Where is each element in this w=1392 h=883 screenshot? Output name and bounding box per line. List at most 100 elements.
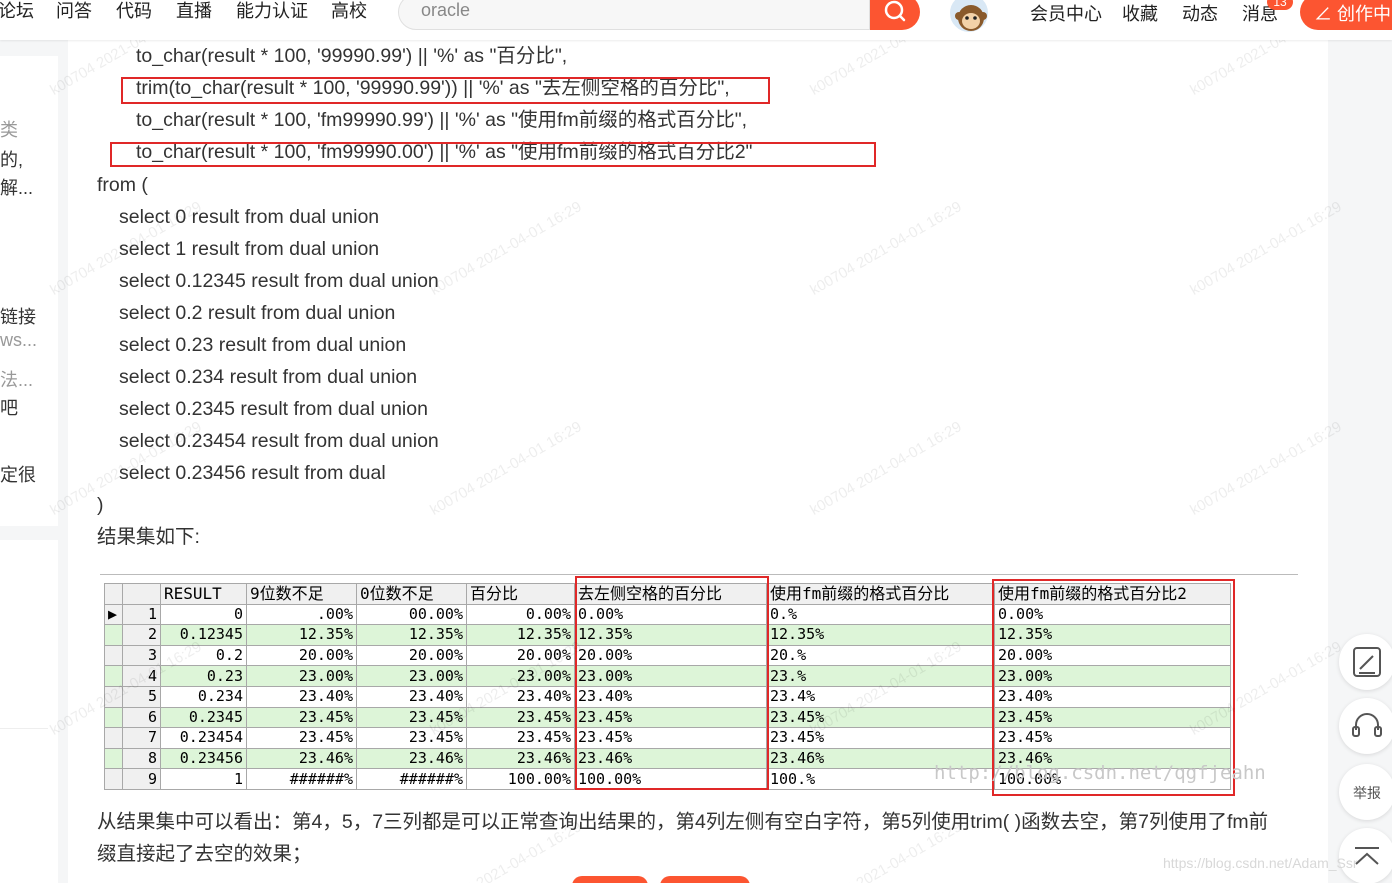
sidebar-text[interactable]: 类 (0, 116, 18, 142)
code-line: to_char(result * 100, '99990.99') || '%'… (136, 45, 568, 67)
nav-item-university[interactable]: 高校 (331, 0, 367, 22)
column-header: 9位数不足 (246, 583, 357, 605)
code-line: select 0.2 result from dual union (119, 302, 396, 324)
table-cell: 23.4% (766, 685, 995, 708)
sidebar-text[interactable]: 链接 (0, 303, 36, 329)
search-input-value: oracle (421, 0, 471, 20)
code-line: select 0.234 result from dual union (119, 366, 418, 388)
left-sidebar-card-lower (0, 540, 58, 883)
sidebar-text[interactable]: 法... (0, 366, 33, 392)
column-header: RESULT (160, 583, 247, 605)
code-line: select 0.12345 result from dual union (119, 270, 439, 292)
table-cell: 0 (160, 603, 247, 626)
table-cell: 23.45% (466, 727, 575, 749)
table-cell: 23.46% (356, 747, 467, 770)
highlight-box-fm (110, 142, 876, 167)
image-watermark-url: http://blog.csdn.net/qgfjeahn (934, 762, 1266, 784)
code-line: from ( (97, 174, 148, 196)
table-cell: 23.46% (246, 747, 357, 770)
row-indicator-cell (104, 624, 123, 646)
table-cell: 0.2345 (160, 706, 247, 729)
search-icon (884, 0, 906, 22)
table-cell: 23.40% (246, 685, 357, 708)
message-count-badge: 13 (1267, 0, 1293, 10)
nav-item-code[interactable]: 代码 (116, 0, 152, 22)
table-cell: 23.40% (466, 685, 575, 708)
row-number-cell: 8 (122, 747, 161, 770)
code-line: to_char(result * 100, 'fm99990.99') || '… (136, 109, 748, 131)
code-line: select 0.23 result from dual union (119, 334, 407, 356)
table-cell: ######% (246, 768, 357, 790)
table-cell: 23.% (766, 665, 995, 687)
search-button[interactable] (870, 0, 920, 30)
table-cell: .00% (246, 603, 357, 626)
sidebar-text[interactable]: 定很 (0, 461, 36, 487)
corner-cell (104, 583, 123, 605)
search-input[interactable]: oracle (398, 0, 870, 30)
table-cell: 23.45% (466, 706, 575, 729)
table-cell: 12.35% (766, 624, 995, 646)
sidebar-text[interactable]: ws... (0, 330, 37, 351)
table-cell: 20.00% (356, 644, 467, 667)
table-cell: 23.45% (246, 706, 357, 729)
row-number-cell: 9 (122, 768, 161, 790)
monkey-avatar-icon (955, 5, 987, 31)
nav-member-center[interactable]: 会员中心 (1030, 0, 1102, 26)
table-cell: 23.45% (356, 727, 467, 749)
table-cell: 0.23456 (160, 747, 247, 770)
table-cell: 20.% (766, 644, 995, 667)
code-line: select 0.2345 result from dual union (119, 398, 428, 420)
table-cell: 23.46% (466, 747, 575, 770)
divider (0, 728, 48, 729)
sidebar-text[interactable]: 解... (0, 174, 33, 200)
nav-item-live[interactable]: 直播 (176, 0, 212, 22)
row-number-cell: 4 (122, 665, 161, 687)
row-indicator-cell (104, 768, 123, 790)
row-number-header (122, 583, 161, 605)
avatar[interactable] (948, 0, 990, 34)
table-cell: 0.00% (466, 603, 575, 626)
row-number-cell: 1 (122, 603, 161, 626)
table-cell: 23.45% (766, 706, 995, 729)
customer-service-button[interactable] (1339, 698, 1392, 754)
table-cell: 20.00% (246, 644, 357, 667)
table-cell: 23.00% (466, 665, 575, 687)
nav-favorites[interactable]: 收藏 (1122, 0, 1158, 26)
table-cell: 20.00% (466, 644, 575, 667)
result-heading: 结果集如下: (97, 526, 200, 548)
code-line: select 0 result from dual union (119, 206, 380, 228)
row-number-cell: 3 (122, 644, 161, 667)
highlight-box-column-4 (575, 576, 769, 790)
column-header: 百分比 (466, 583, 575, 605)
row-indicator-cell (104, 747, 123, 770)
table-cell: 0.234 (160, 685, 247, 708)
bottom-action-button[interactable] (660, 876, 750, 883)
create-button[interactable]: ∠ 创作中 (1300, 0, 1392, 30)
table-cell: 12.35% (246, 624, 357, 646)
conclusion-text-2: 缀直接起了去空的效果； (97, 843, 312, 865)
sidebar-text[interactable]: 吧 (0, 394, 18, 420)
row-indicator-cell (104, 665, 123, 687)
sidebar-text[interactable]: 的, (0, 146, 23, 172)
create-button-label: 创作中 (1337, 4, 1392, 24)
write-button[interactable] (1339, 634, 1392, 690)
nav-activity[interactable]: 动态 (1182, 0, 1218, 26)
bottom-action-button[interactable] (572, 876, 648, 883)
current-row-indicator: ▶ (104, 603, 123, 626)
nav-item-forum[interactable]: 论坛 (0, 0, 34, 22)
table-cell: 0.12345 (160, 624, 247, 646)
left-sidebar-card: 类 的, 解... 链接 ws... 法... 吧 定很 (0, 56, 58, 526)
conclusion-text: 从结果集中可以看出：第4，5，7三列都是可以正常查询出结果的，第4列左侧有空白字… (97, 811, 1269, 833)
table-cell: 23.45% (246, 727, 357, 749)
nav-item-certification[interactable]: 能力认证 (236, 0, 308, 22)
table-cell: 1 (160, 768, 247, 790)
report-button[interactable]: 举报 (1339, 764, 1392, 820)
code-line: select 1 result from dual union (119, 238, 380, 260)
top-navbar: 论坛 问答 代码 直播 能力认证 高校 oracle 会员中心 收藏 动态 消息… (0, 0, 1392, 40)
table-cell: 12.35% (356, 624, 467, 646)
column-header: 0位数不足 (356, 583, 467, 605)
table-cell: 00.00% (356, 603, 467, 626)
nav-item-qa[interactable]: 问答 (56, 0, 92, 22)
headset-icon (1352, 713, 1382, 737)
table-cell: 23.40% (356, 685, 467, 708)
